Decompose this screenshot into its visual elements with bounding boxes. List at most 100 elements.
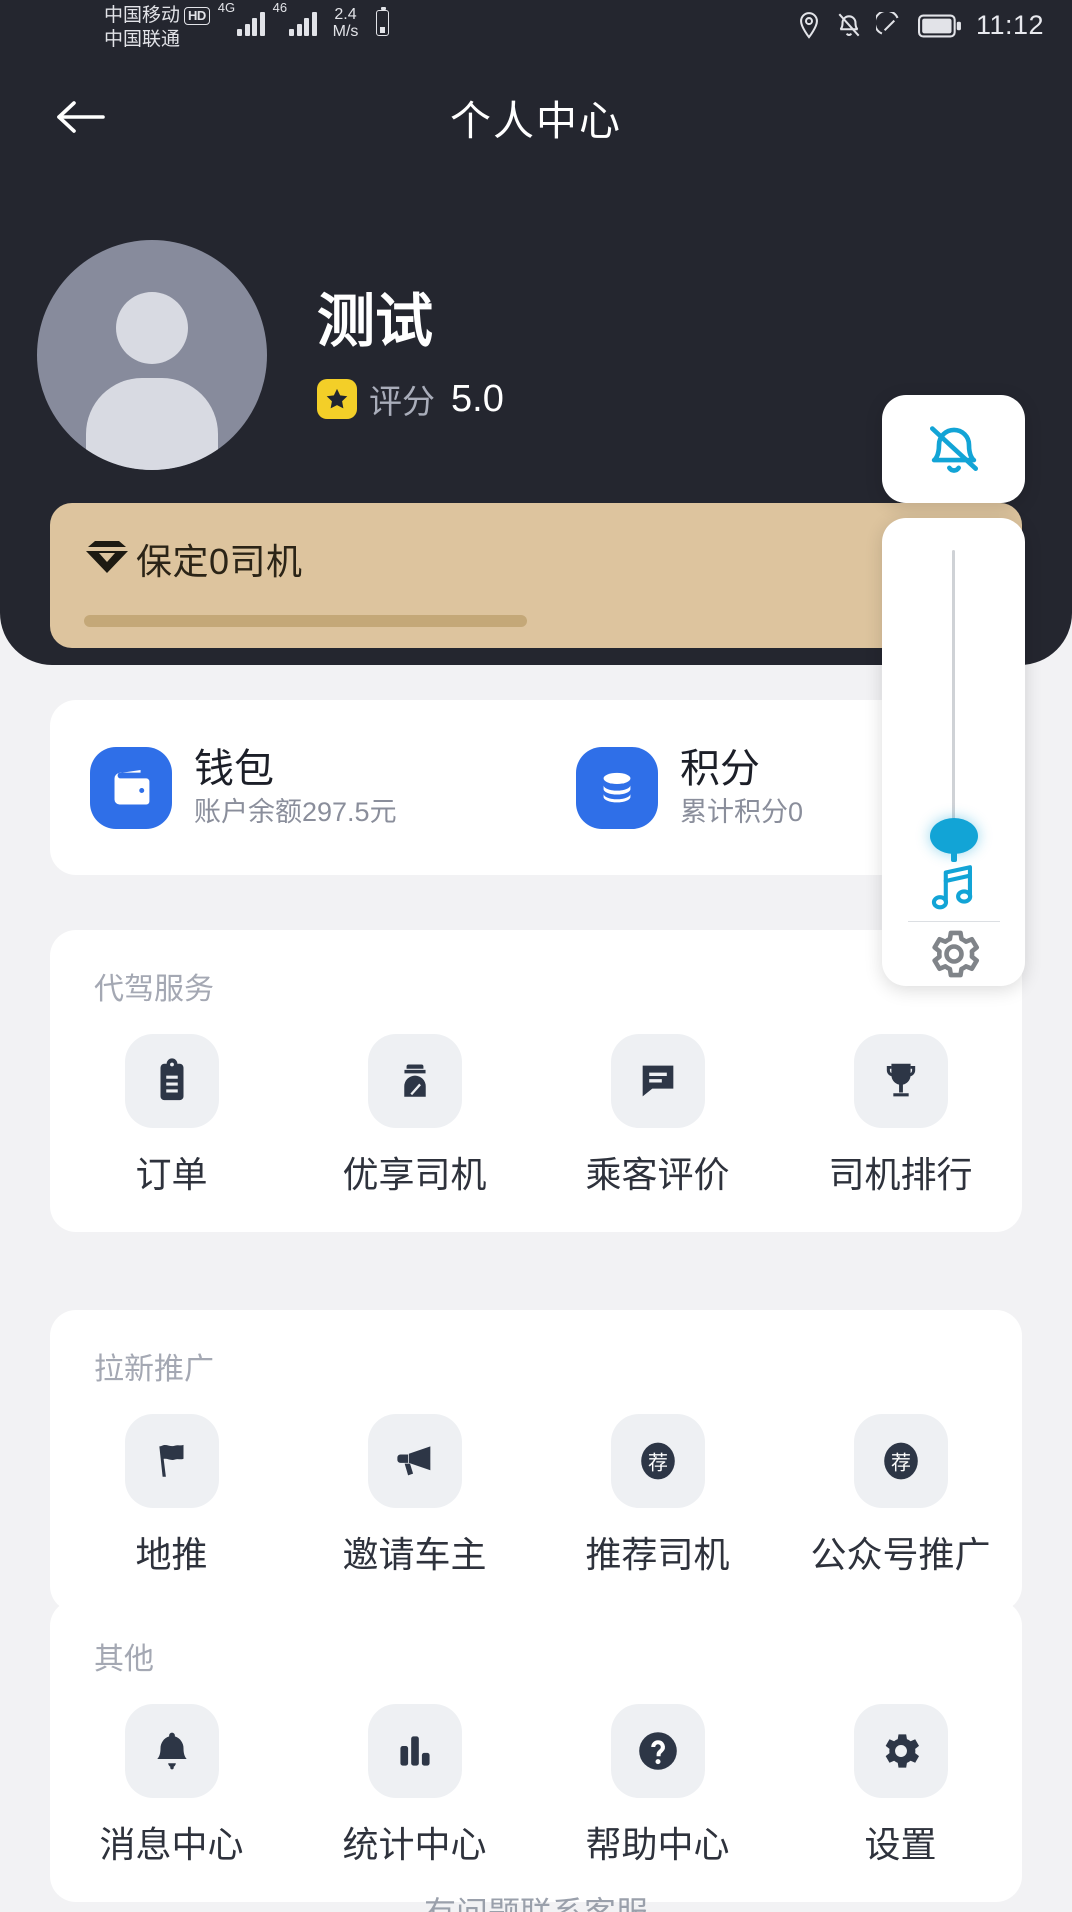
network-speed-unit: M/s [332,23,359,40]
wallet-entry[interactable]: 钱包 账户余额297.5元 [50,745,536,831]
section-title-promotion: 拉新推广 [94,1353,214,1386]
trophy-icon [853,1034,948,1128]
back-button[interactable] [44,81,116,153]
grid-label-help-center: 帮助中心 [585,1824,730,1865]
status-bar: 中国移动 HD 中国联通 4G 46 2.4 M/s 11:12 [0,0,1072,62]
status-bar-right: 11:12 [796,10,1044,41]
footer-note: 有问题联系客服 [0,1888,1072,1912]
volume-slider-thumb[interactable] [929,818,978,854]
music-note-icon [931,865,972,910]
grid-item-premium-driver[interactable]: 优享司机 [293,1034,536,1198]
member-level-banner[interactable]: 保定0司机 0 [50,503,1022,648]
bell-slash-icon [929,426,978,473]
section-title-other: 其他 [94,1643,154,1676]
grid-label-recommend-driver: 推荐司机 [585,1534,730,1575]
grid-item-ground-promo[interactable]: 地推 [50,1414,293,1578]
signal-1-label: 4G [217,0,236,15]
svg-text:荐: 荐 [648,1451,668,1474]
wallet-icon [90,746,172,829]
star-icon [317,379,357,419]
signal-group-1: 4G [218,1,265,36]
svg-text:荐: 荐 [891,1451,911,1474]
signal-bars-icon [237,10,265,36]
comment-icon [610,1034,705,1128]
grid-label-wechat-promo: 公众号推广 [810,1534,991,1575]
grid-item-stats-center[interactable]: 统计中心 [293,1704,536,1868]
page-title: 个人中心 [450,98,622,144]
grid-item-message-center[interactable]: 消息中心 [50,1704,293,1868]
volume-slider[interactable] [882,518,1025,856]
signal-group-2: 46 [273,1,317,36]
member-progress-fill [84,615,527,627]
rating-value: 5.0 [451,377,504,420]
gear-icon [853,1704,948,1798]
megaphone-icon [367,1414,462,1508]
status-bar-clock: 11:12 [975,10,1044,40]
section-title-service: 代驾服务 [94,973,214,1006]
avatar-body-shape [86,378,218,470]
bell-off-icon [836,12,862,40]
back-arrow-icon [57,101,105,133]
coins-icon [576,746,658,829]
points-text: 积分 累计积分0 [680,745,803,831]
service-grid: 订单 优享司机 乘客评价 司机排行 [50,1034,1022,1198]
section-promotion: 拉新推广 地推 邀请车主 荐 推荐司机 荐 公众号推广 [50,1310,1022,1612]
carrier-2-label: 中国联通 [104,29,181,50]
grid-label-ground-promo: 地推 [135,1534,208,1575]
wallet-text: 钱包 账户余额297.5元 [194,745,397,831]
location-icon [796,11,822,41]
wallet-balance: 账户余额297.5元 [194,796,397,827]
rating-row: 评分 5.0 [317,375,504,423]
bell-icon [124,1704,219,1798]
grid-item-wechat-promo[interactable]: 荐 公众号推广 [779,1414,1022,1578]
grid-item-driver-ranking[interactable]: 司机排行 [779,1034,1022,1198]
panel-settings-button[interactable] [882,921,1025,986]
signal-bars-icon-2 [289,10,317,36]
grid-label-settings: 设置 [864,1824,937,1865]
recommend-badge-icon-2: 荐 [853,1414,948,1508]
flag-icon [124,1414,219,1508]
clipboard-icon [124,1034,219,1128]
bar-chart-icon [367,1704,462,1798]
title-bar: 个人中心 [0,62,1072,172]
member-progress-bar [84,615,988,627]
phone-screen: 中国移动 HD 中国联通 4G 46 2.4 M/s 11:12 个人中心 测试… [0,0,1072,1912]
volume-slider-track [952,550,955,856]
question-circle-icon [610,1704,705,1798]
grid-label-premium-driver: 优享司机 [342,1154,487,1195]
grid-item-orders[interactable]: 订单 [50,1034,293,1198]
wallet-card: 钱包 账户余额297.5元 积分 累计积分0 [50,700,1022,875]
volume-panel [882,518,1025,986]
grid-item-passenger-review[interactable]: 乘客评价 [536,1034,779,1198]
grid-item-recommend-driver[interactable]: 荐 推荐司机 [536,1414,779,1578]
hd-badge: HD [184,7,210,25]
member-banner-top: 保定0司机 0 [84,533,988,585]
other-grid: 消息中心 统计中心 帮助中心 设置 [50,1704,1022,1868]
driver-icon [367,1034,462,1128]
wallet-title: 钱包 [194,746,274,791]
diamond-icon [84,539,130,580]
carrier-1-label: 中国移动 [104,5,181,26]
signal-2-label: 46 [272,0,288,15]
grid-item-settings[interactable]: 设置 [779,1704,1022,1868]
recommend-badge-icon: 荐 [610,1414,705,1508]
grid-label-stats-center: 统计中心 [342,1824,487,1865]
grid-item-invite-owner[interactable]: 邀请车主 [293,1414,536,1578]
grid-label-orders: 订单 [135,1154,208,1195]
battery-icon [917,13,962,38]
grid-label-message-center: 消息中心 [99,1824,244,1865]
section-other: 其他 消息中心 统计中心 帮助中心 设置 [50,1600,1022,1902]
mute-toggle-button[interactable] [882,395,1025,503]
grid-item-help-center[interactable]: 帮助中心 [536,1704,779,1868]
promotion-grid: 地推 邀请车主 荐 推荐司机 荐 公众号推广 [50,1414,1022,1578]
music-button[interactable] [882,856,1025,921]
profile-info: 测试 评分 5.0 [317,287,504,423]
avatar-head-shape [116,292,188,364]
avatar[interactable] [37,240,267,470]
grid-label-invite-owner: 邀请车主 [342,1534,487,1575]
member-level-title: 保定0司机 [136,541,303,582]
network-speed: 2.4 M/s [333,6,359,40]
secondary-battery-icon [376,7,390,36]
points-value: 累计积分0 [680,796,804,827]
rating-label: 评分 [369,383,435,420]
